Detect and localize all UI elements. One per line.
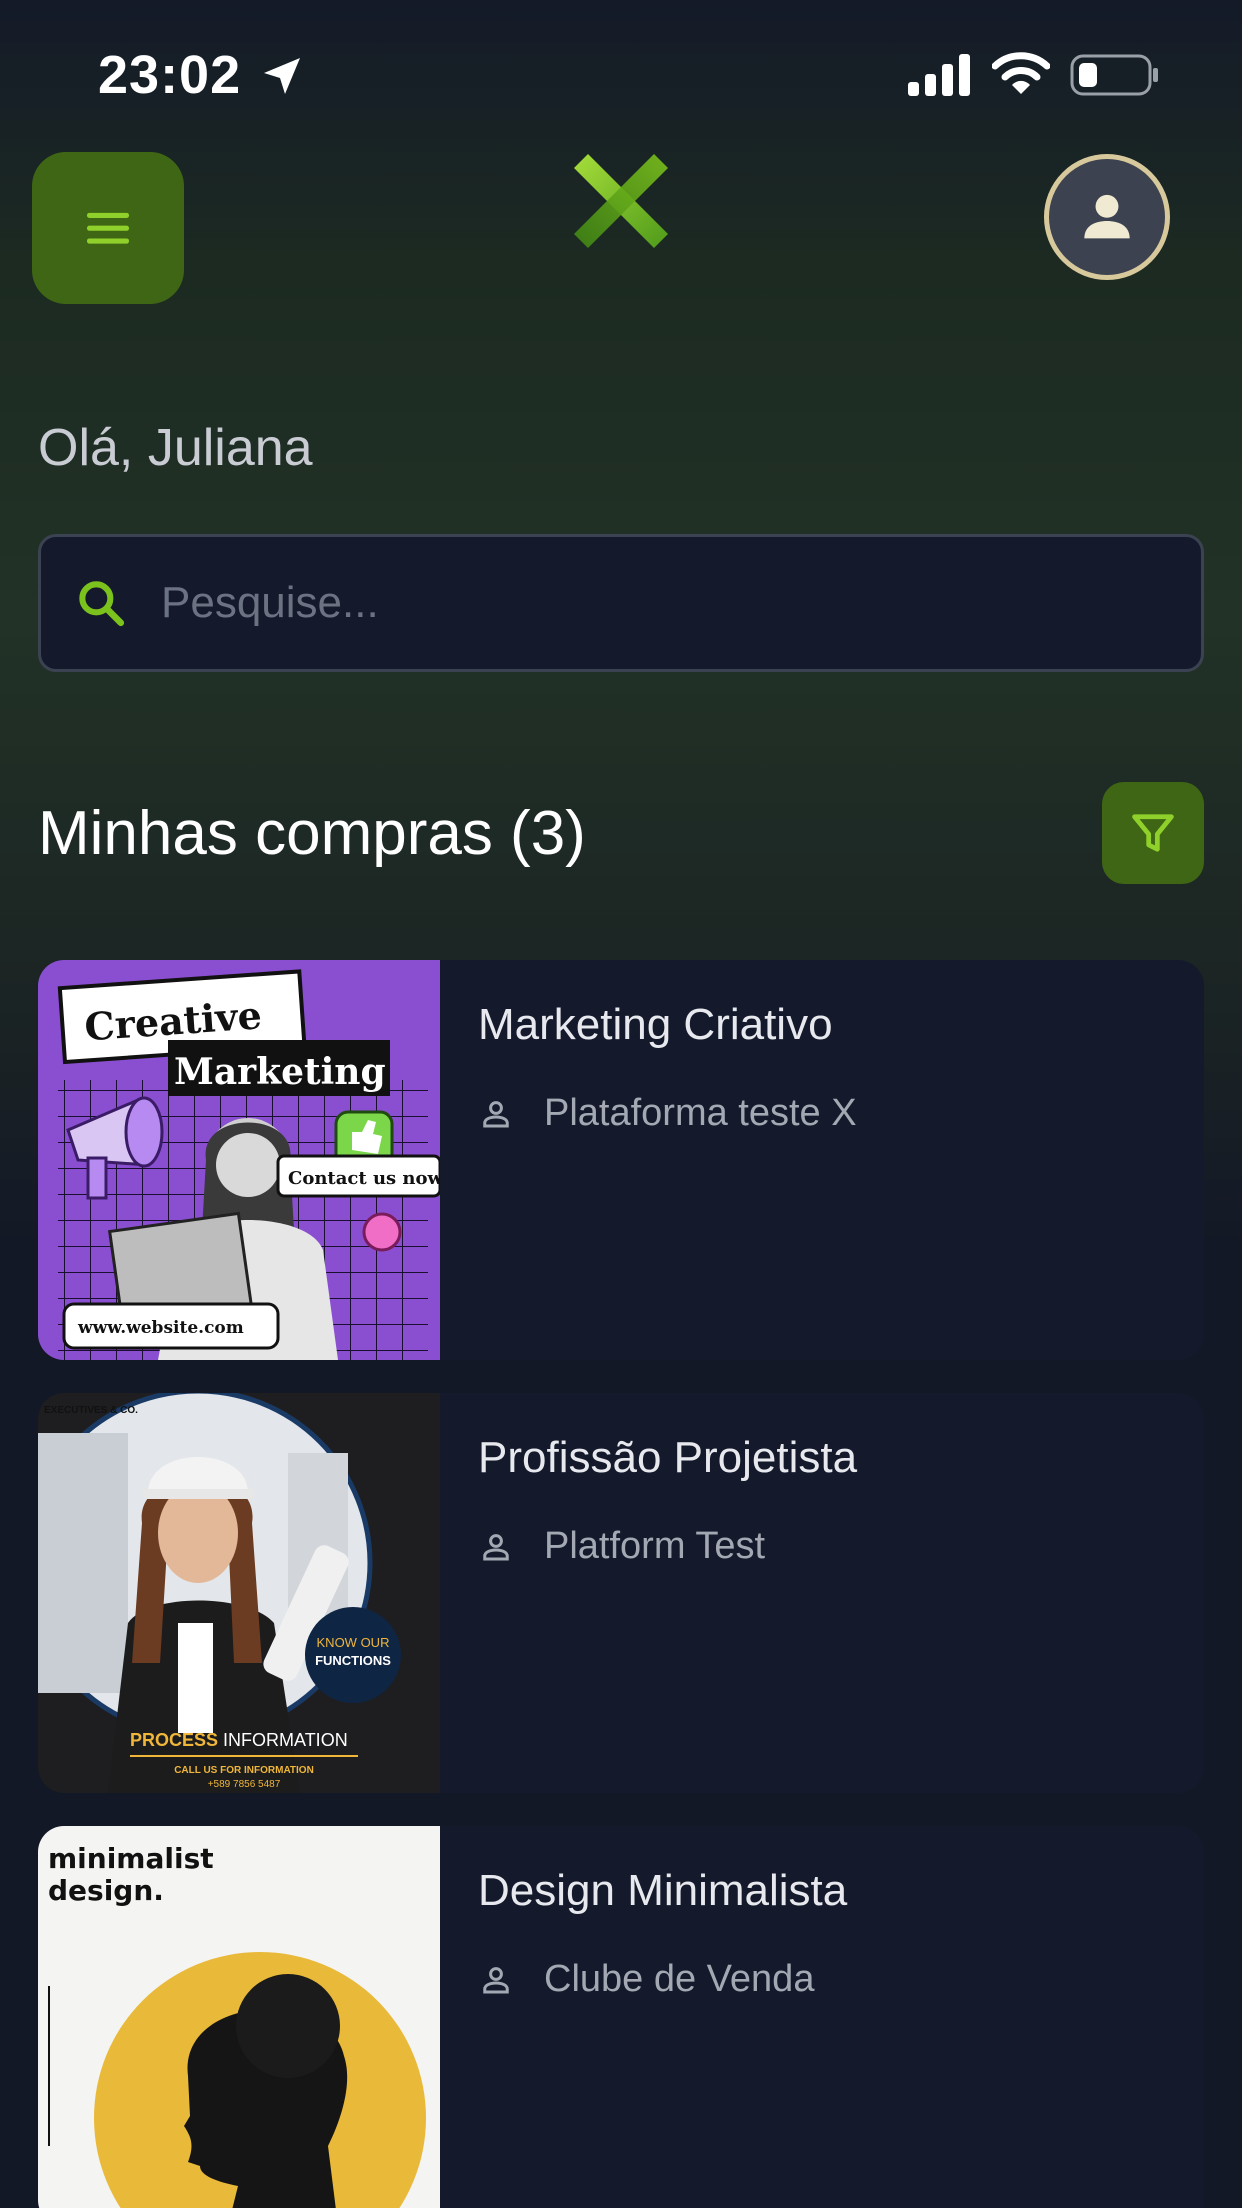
thumb-text-executives: EXECUTIVES & CO.: [44, 1405, 138, 1416]
search-input[interactable]: [161, 578, 1141, 628]
course-title: Profissão Projetista: [478, 1433, 858, 1482]
wifi-icon: [992, 52, 1050, 94]
thumb-text-callus: CALL US FOR INFORMATION: [174, 1765, 314, 1776]
course-platform: Clube de Venda: [478, 1958, 814, 2001]
course-platform: Plataforma teste X: [478, 1092, 857, 1135]
thumb-text-minimalist: minimalist: [48, 1842, 214, 1875]
thumb-text-information: INFORMATION: [218, 1730, 348, 1750]
platform-name: Plataforma teste X: [544, 1092, 857, 1134]
thumb-text-phone: +589 7856 5487: [208, 1779, 281, 1790]
user-icon: [1084, 194, 1130, 239]
svg-text:PROCESS INFORMATION: PROCESS INFORMATION: [130, 1730, 348, 1750]
course-platform: Platform Test: [478, 1525, 765, 1568]
menu-button[interactable]: [32, 152, 184, 304]
platform-name: Platform Test: [544, 1525, 766, 1567]
thumb-text-marketing: Marketing: [174, 1051, 386, 1093]
search-bar[interactable]: [38, 534, 1204, 672]
course-title: Design Minimalista: [478, 1866, 848, 1915]
greeting-text: Olá, Juliana: [38, 419, 313, 477]
status-time: 23:02: [98, 45, 242, 105]
filter-button[interactable]: [1102, 782, 1204, 884]
course-card[interactable]: minimalist design. Design Minimalista Cl…: [38, 1826, 1204, 2208]
filter-icon: [1132, 814, 1174, 852]
course-thumbnail: KNOW OUR FUNCTIONS EXECUTIVES & CO. PROC…: [38, 1393, 440, 1793]
thumb-text-contact: Contact us now!: [288, 1168, 440, 1189]
platform-name: Clube de Venda: [544, 1958, 815, 2000]
battery-icon: [1070, 54, 1158, 96]
person-icon: [483, 1533, 509, 1560]
course-title: Marketing Criativo: [478, 1000, 833, 1049]
status-bar: 23:02: [0, 0, 1242, 150]
thumb-text-functions: FUNCTIONS: [315, 1653, 391, 1668]
thumb-text-design: design.: [48, 1874, 164, 1907]
course-thumbnail: minimalist design.: [38, 1826, 440, 2208]
thumb-text-know: KNOW OUR: [317, 1635, 390, 1650]
course-card[interactable]: KNOW OUR FUNCTIONS EXECUTIVES & CO. PROC…: [38, 1393, 1204, 1793]
profile-avatar-button[interactable]: [1044, 154, 1170, 280]
cellular-signal-icon: [908, 54, 970, 96]
x-logo-icon[interactable]: [566, 150, 676, 260]
thumb-text-process: PROCESS: [130, 1730, 218, 1750]
purchases-title: Minhas compras (3): [38, 799, 586, 868]
search-icon: [79, 581, 125, 627]
hamburger-icon: [87, 212, 129, 244]
location-arrow-icon: [264, 58, 300, 94]
course-card[interactable]: Creative Marketing Contact us now! www.w…: [38, 960, 1204, 1360]
person-icon: [483, 1966, 509, 1993]
thumb-text-url: www.website.com: [77, 1318, 244, 1338]
course-thumbnail: Creative Marketing Contact us now! www.w…: [38, 960, 440, 1360]
person-icon: [483, 1100, 509, 1127]
